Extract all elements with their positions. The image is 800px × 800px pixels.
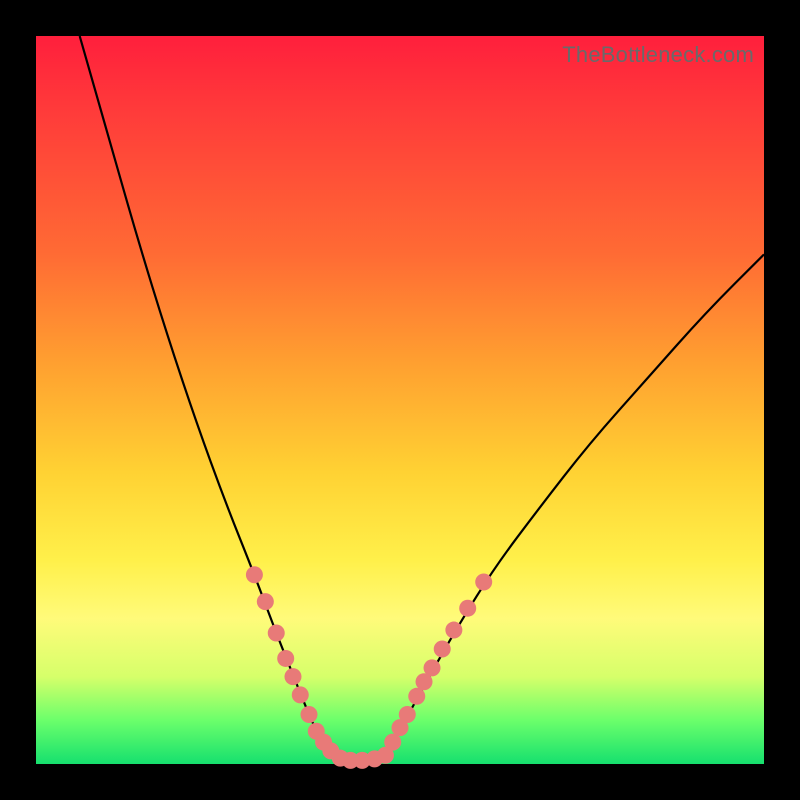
highlight-dot [424,659,441,676]
highlight-dot [399,706,416,723]
highlight-dot [292,686,309,703]
highlight-dot [284,668,301,685]
highlight-markers [246,566,492,769]
curve-left-branch [80,36,338,757]
highlight-dot [408,688,425,705]
highlight-dot [257,593,274,610]
chart-frame: TheBottleneck.com [0,0,800,800]
highlight-dot [434,640,451,657]
highlight-dot [445,622,462,639]
curve-right-branch [382,254,764,756]
highlight-dot [268,624,285,641]
highlight-dot [459,600,476,617]
plot-area: TheBottleneck.com [36,36,764,764]
highlight-dot [475,574,492,591]
highlight-dot [277,650,294,667]
chart-svg [36,36,764,764]
highlight-dot [246,566,263,583]
highlight-dot [301,706,318,723]
highlight-dot [384,734,401,751]
